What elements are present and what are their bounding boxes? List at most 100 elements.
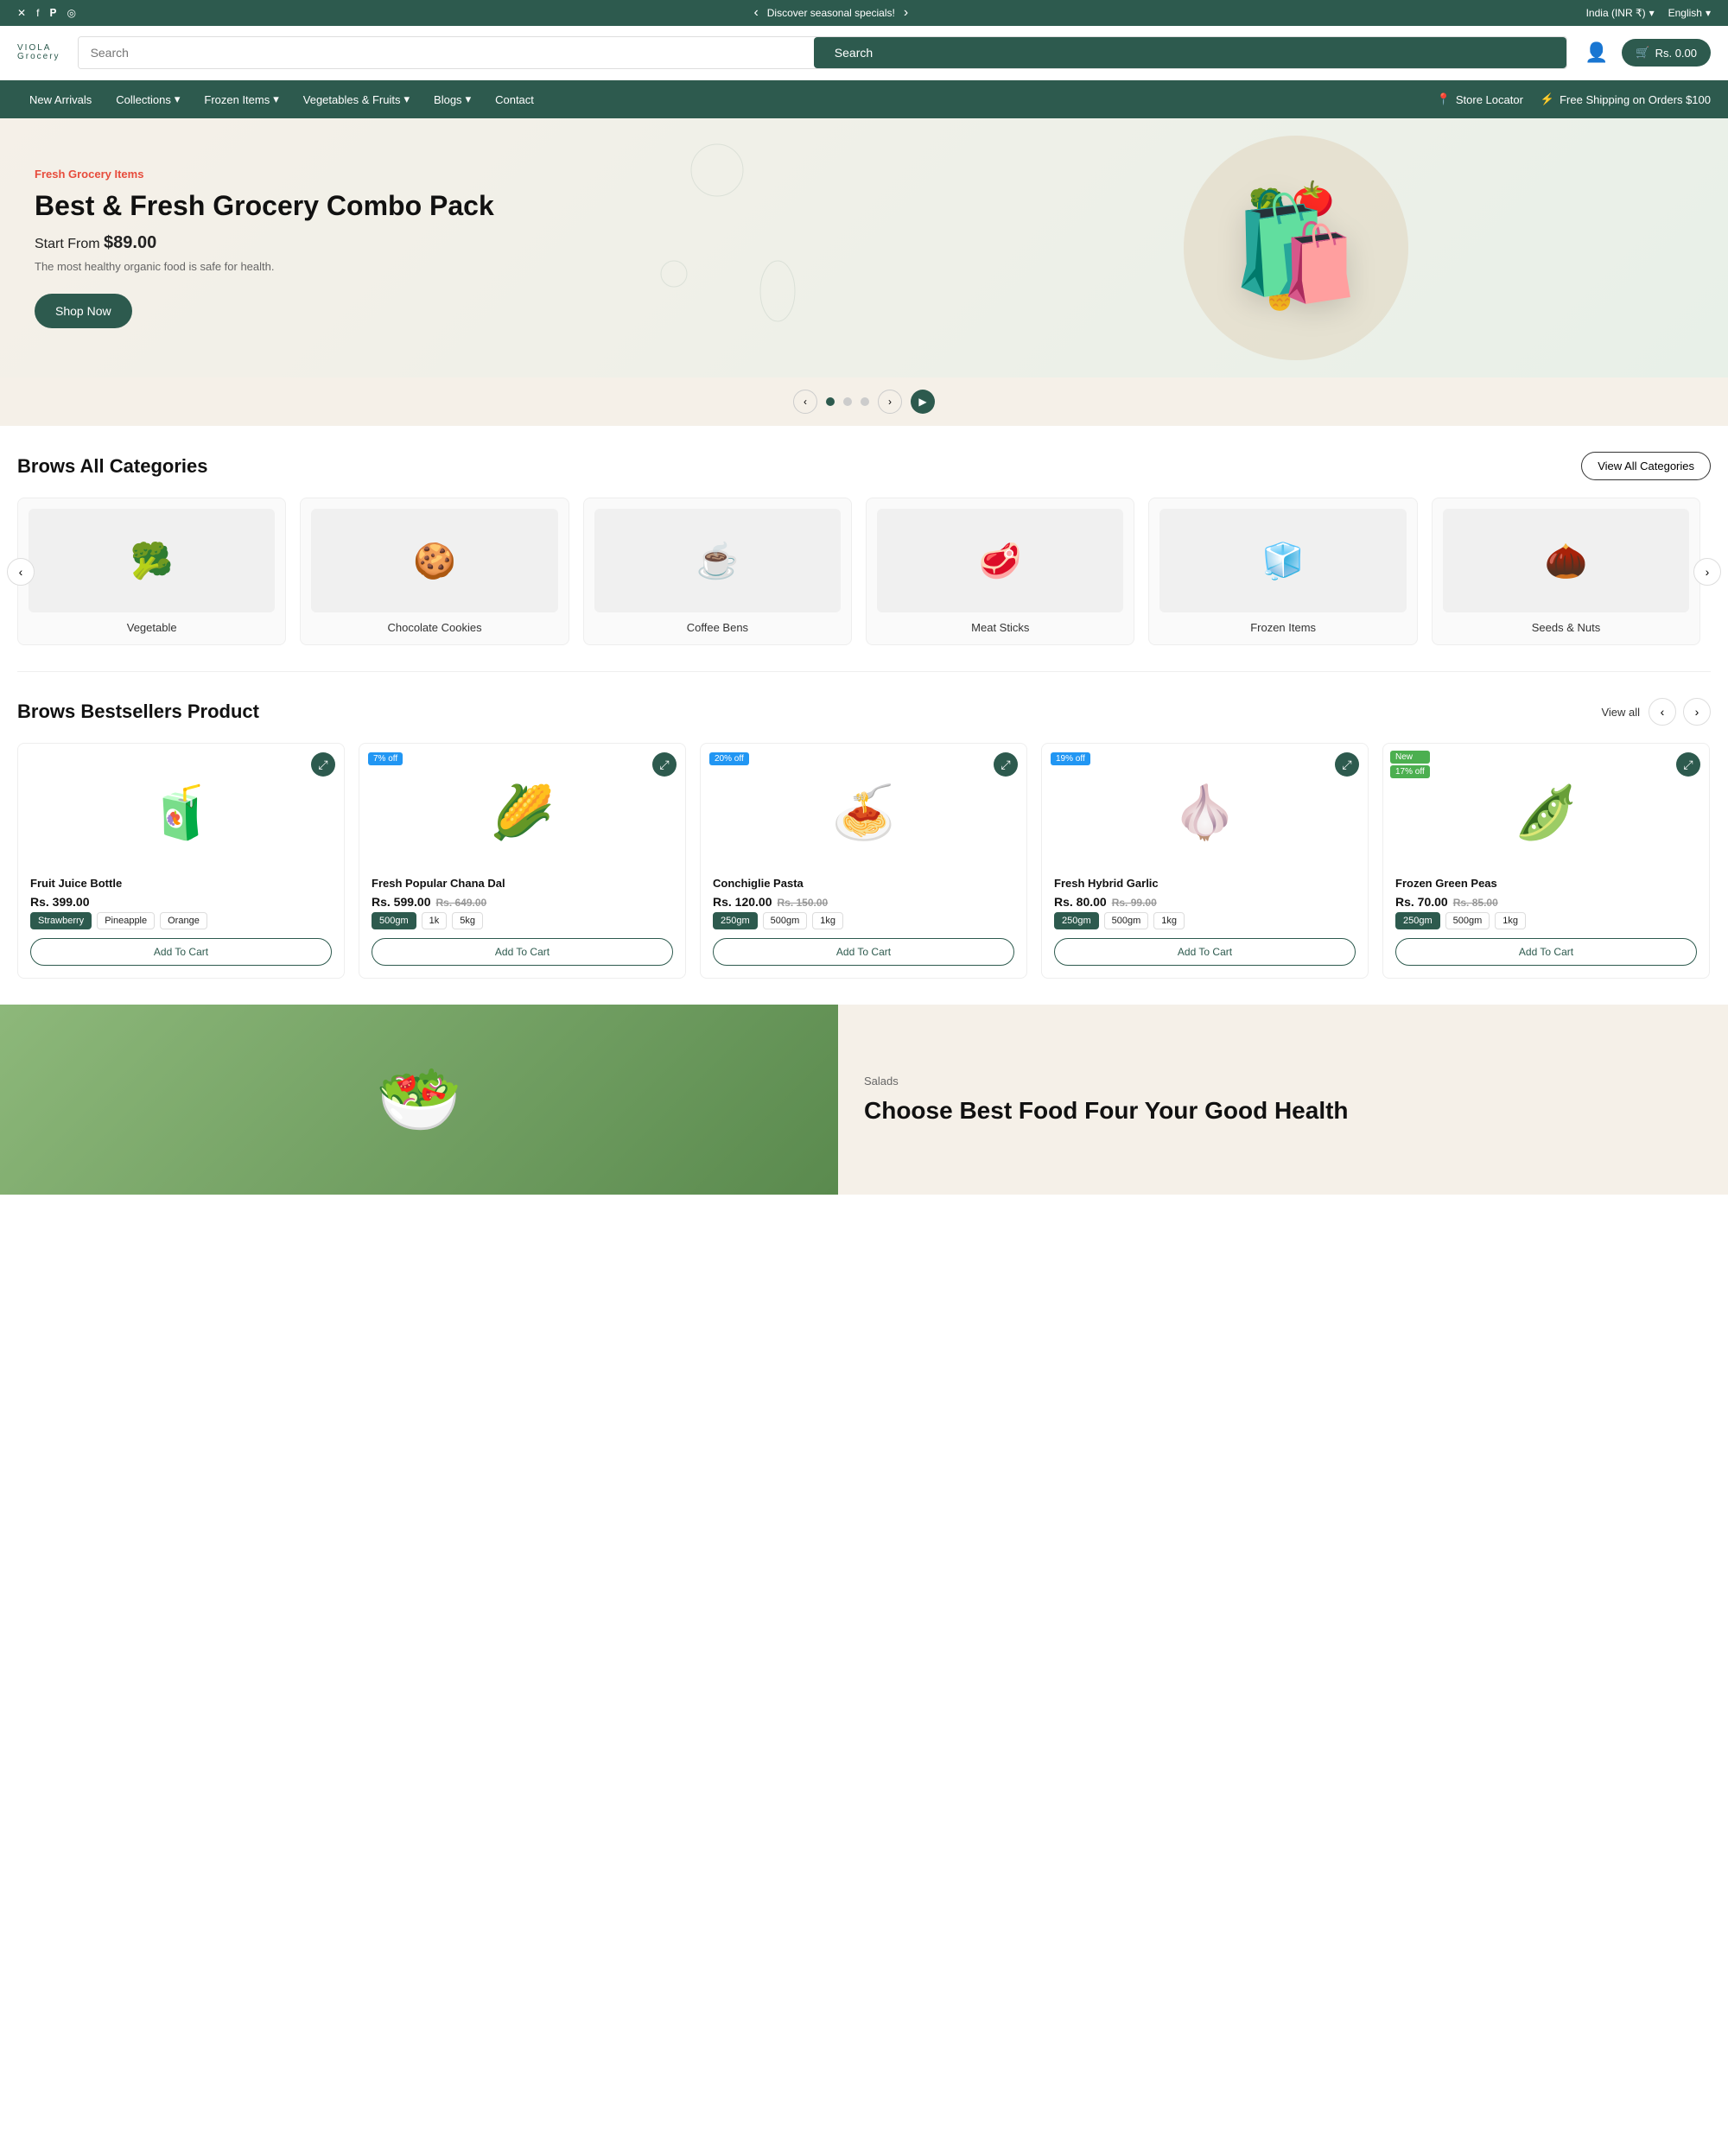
view-all-categories-btn[interactable]: View All Categories [1581, 452, 1711, 480]
shop-now-button[interactable]: Shop Now [35, 294, 132, 328]
promo-next-btn[interactable]: › [904, 5, 908, 21]
carousel-prev-btn[interactable]: ‹ [793, 390, 817, 414]
categories-section: Brows All Categories View All Categories… [0, 426, 1728, 671]
variant-2-2[interactable]: 1kg [812, 912, 843, 929]
products-next-btn[interactable]: › [1683, 698, 1711, 726]
nav-new-arrivals[interactable]: New Arrivals [17, 80, 104, 118]
nav-vegetables-fruits[interactable]: Vegetables & Fruits ▾ [291, 80, 422, 118]
user-icon[interactable]: 👤 [1585, 41, 1608, 64]
add-to-cart-btn-0[interactable]: Add To Cart [30, 938, 332, 966]
carousel-play-btn[interactable]: ▶ [911, 390, 935, 414]
variant-0-0[interactable]: Strawberry [30, 912, 92, 929]
product-card-1: 7% off ⤢ 🌽 Fresh Popular Chana Dal Rs. 5… [359, 743, 686, 979]
category-card-0[interactable]: 🥦 Vegetable [17, 498, 286, 645]
variant-4-2[interactable]: 1kg [1495, 912, 1526, 929]
banner-tag: Salads [864, 1075, 1702, 1088]
category-img-4: 🧊 [1159, 509, 1406, 612]
category-card-5[interactable]: 🌰 Seeds & Nuts [1432, 498, 1700, 645]
frozen-chevron-icon: ▾ [273, 92, 279, 106]
product-badge-stack-4: New 17% off [1390, 751, 1430, 778]
product-variants-1: 500gm 1k5kg [372, 912, 673, 929]
add-to-cart-btn-1[interactable]: Add To Cart [372, 938, 673, 966]
blogs-chevron-icon: ▾ [466, 92, 472, 106]
variant-4-1[interactable]: 500gm [1445, 912, 1490, 929]
nav-collections[interactable]: Collections ▾ [104, 80, 192, 118]
variant-1-1[interactable]: 1k [422, 912, 448, 929]
category-img-0: 🥦 [29, 509, 275, 612]
cart-button[interactable]: 🛒 Rs. 0.00 [1622, 39, 1711, 67]
categories-title: Brows All Categories [17, 455, 207, 478]
carousel-dot-1[interactable] [826, 397, 835, 406]
category-img-1: 🍪 [311, 509, 557, 612]
instagram-icon[interactable]: ◎ [67, 7, 76, 19]
hero-price: Start From $89.00 [35, 233, 829, 253]
add-to-cart-btn-3[interactable]: Add To Cart [1054, 938, 1356, 966]
bestsellers-section: Brows Bestsellers Product View all ‹ › ⤢… [0, 672, 1728, 1005]
category-card-1[interactable]: 🍪 Chocolate Cookies [300, 498, 569, 645]
product-price-4: Rs. 70.00Rs. 85.00 [1395, 895, 1697, 909]
variant-1-0[interactable]: 500gm [372, 912, 416, 929]
variant-3-0[interactable]: 250gm [1054, 912, 1099, 929]
nav-right: 📍 Store Locator ⚡ Free Shipping on Order… [1437, 92, 1711, 106]
products-prev-btn[interactable]: ‹ [1649, 698, 1676, 726]
carousel-next-btn[interactable]: › [878, 390, 902, 414]
cart-label: Rs. 0.00 [1655, 47, 1697, 60]
hero-content: Fresh Grocery Items Best & Fresh Grocery… [0, 133, 864, 362]
language-selector[interactable]: English ▾ [1668, 7, 1711, 19]
product-old-price-1: Rs. 649.00 [436, 897, 487, 909]
product-expand-btn-1[interactable]: ⤢ [652, 752, 677, 777]
social-icons: ✕ f 𝐏 ◎ [17, 7, 76, 20]
bestsellers-header: Brows Bestsellers Product View all ‹ › [17, 698, 1711, 726]
variant-0-2[interactable]: Orange [160, 912, 207, 929]
view-all-products-btn[interactable]: View all [1601, 706, 1640, 719]
category-card-3[interactable]: 🥩 Meat Sticks [866, 498, 1134, 645]
promo-prev-btn[interactable]: ‹ [753, 5, 758, 21]
product-expand-btn-4[interactable]: ⤢ [1676, 752, 1700, 777]
hero-title: Best & Fresh Grocery Combo Pack [35, 189, 829, 222]
logo[interactable]: VIOLA Grocery [17, 44, 60, 61]
categories-next-btn[interactable]: › [1693, 558, 1721, 586]
product-name-2: Conchiglie Pasta [713, 877, 1014, 890]
variant-3-1[interactable]: 500gm [1104, 912, 1149, 929]
bestsellers-title: Brows Bestsellers Product [17, 701, 259, 723]
product-nav-arrows: ‹ › [1649, 698, 1711, 726]
facebook-icon[interactable]: f [36, 7, 39, 19]
nav-blogs[interactable]: Blogs ▾ [422, 80, 483, 118]
search-button[interactable]: Search [814, 37, 1566, 68]
main-nav: New Arrivals Collections ▾ Frozen Items … [0, 80, 1728, 118]
nav-contact[interactable]: Contact [483, 80, 546, 118]
product-expand-btn-2[interactable]: ⤢ [994, 752, 1018, 777]
variant-1-2[interactable]: 5kg [452, 912, 483, 929]
banner-title: Choose Best Food Four Your Good Health [864, 1096, 1702, 1126]
pinterest-icon[interactable]: 𝐏 [49, 7, 56, 20]
product-expand-btn-3[interactable]: ⤢ [1335, 752, 1359, 777]
variant-0-1[interactable]: Pineapple [97, 912, 155, 929]
carousel-dot-2[interactable] [843, 397, 852, 406]
variant-3-2[interactable]: 1kg [1153, 912, 1185, 929]
product-name-4: Frozen Green Peas [1395, 877, 1697, 890]
category-name-4: Frozen Items [1159, 621, 1406, 634]
twitter-icon[interactable]: ✕ [17, 7, 26, 19]
product-expand-btn-0[interactable]: ⤢ [311, 752, 335, 777]
location-icon: 📍 [1437, 92, 1451, 106]
add-to-cart-btn-2[interactable]: Add To Cart [713, 938, 1014, 966]
store-locator[interactable]: 📍 Store Locator [1437, 92, 1523, 106]
category-card-4[interactable]: 🧊 Frozen Items [1148, 498, 1417, 645]
categories-prev-btn[interactable]: ‹ [7, 558, 35, 586]
nav-frozen-items[interactable]: Frozen Items ▾ [192, 80, 290, 118]
variant-4-0[interactable]: 250gm [1395, 912, 1440, 929]
add-to-cart-btn-4[interactable]: Add To Cart [1395, 938, 1697, 966]
language-label: English [1668, 7, 1702, 19]
region-selector[interactable]: India (INR ₹) ▾ [1586, 7, 1655, 19]
variant-2-1[interactable]: 500gm [763, 912, 808, 929]
product-variants-2: 250gm 500gm1kg [713, 912, 1014, 929]
product-price-1: Rs. 599.00Rs. 649.00 [372, 895, 673, 909]
search-input[interactable] [79, 37, 814, 68]
carousel-controls: ‹ › ▶ [0, 377, 1728, 426]
category-card-2[interactable]: ☕ Coffee Bens [583, 498, 852, 645]
carousel-dot-3[interactable] [861, 397, 869, 406]
product-image-0: 🧃 [30, 756, 332, 868]
product-name-0: Fruit Juice Bottle [30, 877, 332, 890]
variant-2-0[interactable]: 250gm [713, 912, 758, 929]
hero-tag: Fresh Grocery Items [35, 168, 829, 181]
